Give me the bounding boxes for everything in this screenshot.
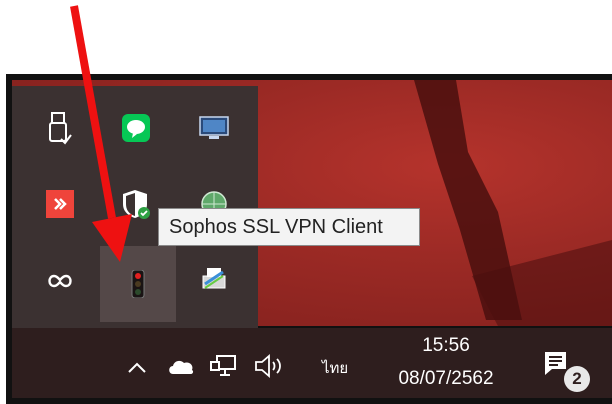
clock-time: 15:56 — [422, 335, 470, 356]
line-messenger-icon[interactable] — [98, 90, 174, 166]
sophos-traffic-light-icon[interactable] — [100, 246, 176, 322]
notification-count-badge: 2 — [564, 366, 590, 392]
tooltip: Sophos SSL VPN Client — [158, 208, 420, 246]
network-icon[interactable] — [206, 352, 240, 380]
monitor-app-icon[interactable] — [176, 90, 252, 166]
printer-app-icon[interactable] — [176, 242, 252, 318]
tray-overflow-popup — [12, 86, 258, 328]
taskbar: ไทย 15:56 08/07/2562 2 — [12, 328, 612, 398]
onedrive-cloud-icon[interactable] — [164, 354, 198, 378]
anydesk-icon[interactable] — [22, 166, 98, 242]
show-hidden-icons-chevron-icon[interactable] — [124, 356, 150, 378]
clock-date: 08/07/2562 — [398, 368, 494, 389]
speaker-volume-icon[interactable] — [252, 352, 290, 380]
tooltip-text: Sophos SSL VPN Client — [169, 215, 383, 238]
clock[interactable]: 15:56 08/07/2562 — [386, 334, 506, 392]
usb-eject-icon[interactable] — [22, 90, 98, 166]
creative-cloud-icon[interactable] — [22, 242, 98, 318]
input-language-indicator[interactable]: ไทย — [322, 356, 348, 380]
